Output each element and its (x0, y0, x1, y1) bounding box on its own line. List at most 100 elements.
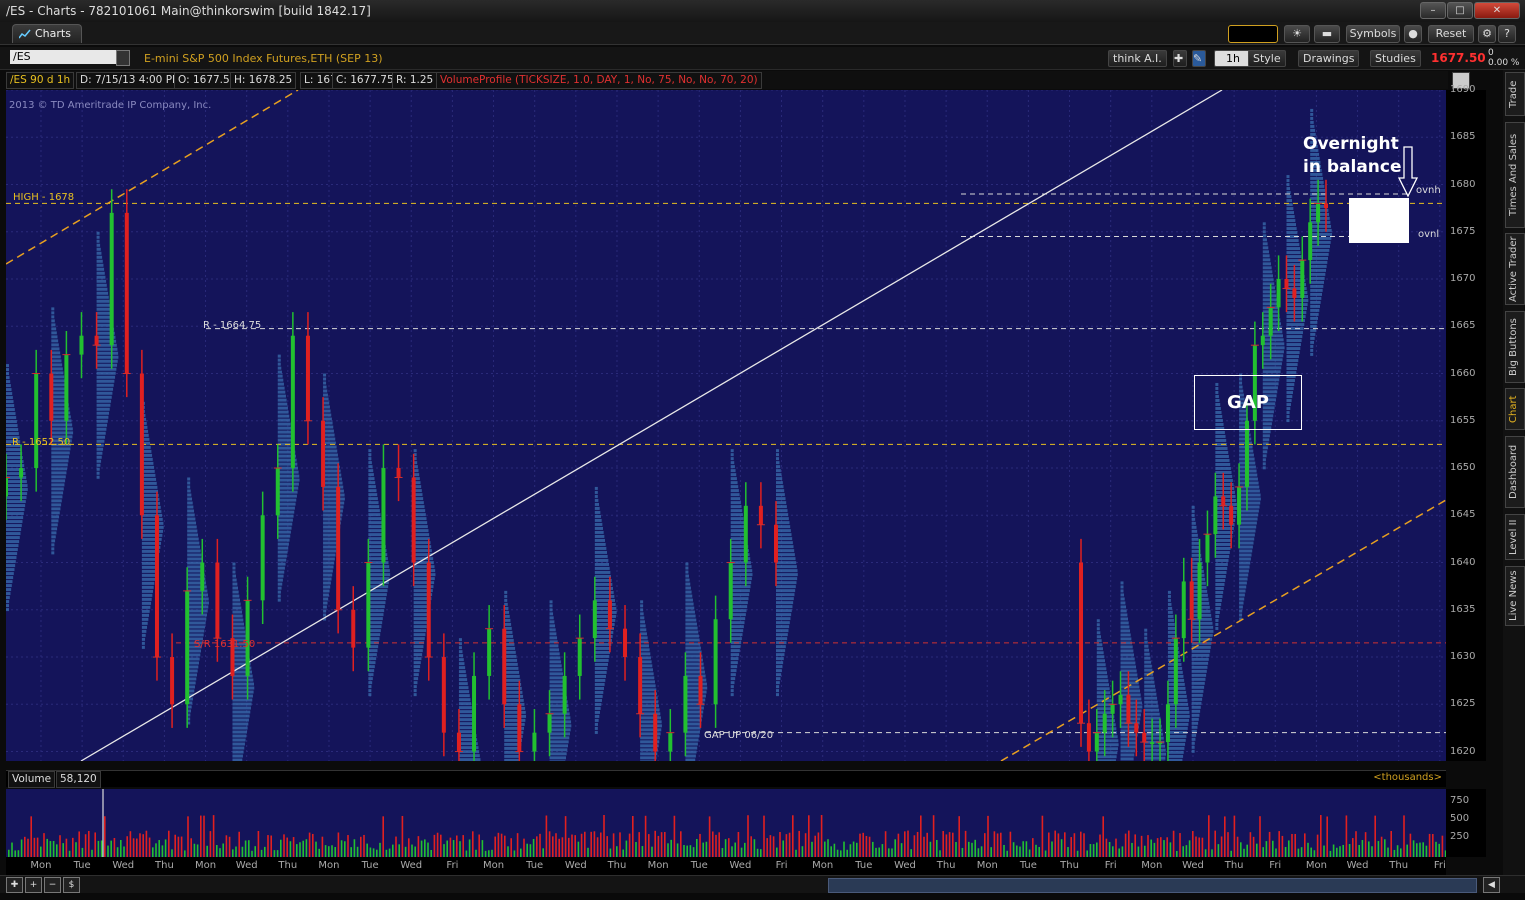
volume-profile-bar (594, 558, 609, 562)
lock-icon[interactable]: ● (1404, 25, 1422, 43)
sidebar-item-dashboard[interactable]: Dashboard (1505, 436, 1525, 508)
volume-profile-bar (277, 394, 286, 398)
volume-bar (510, 838, 512, 857)
link-icon[interactable]: ▬ (1314, 25, 1340, 43)
volume-profile-bar (1144, 648, 1150, 652)
sidebar-item-active-trader[interactable]: Active Trader (1505, 233, 1525, 305)
pan-icon[interactable]: ✚ (6, 877, 23, 893)
minimize-button[interactable]: – (1420, 2, 1446, 19)
volume-profile-bar (504, 598, 508, 602)
volume-profile-bar (730, 521, 745, 525)
candle-body (1102, 713, 1107, 733)
volume-profile-bar (1215, 578, 1226, 582)
price-axis[interactable]: 1690 1685 1680 1675 1670 1665 1660 1655 1650 1645… (1446, 84, 1486, 761)
chevron-down-icon[interactable] (116, 50, 130, 66)
symbol-input[interactable]: /ES (10, 50, 117, 64)
volume-profile-bar (1144, 708, 1160, 712)
expand-icon[interactable]: ◀ (1483, 877, 1500, 893)
sidebar-item-live-news[interactable]: Live News (1505, 566, 1525, 626)
volume-bar (184, 850, 186, 857)
volume-profile-bar (1215, 598, 1222, 602)
zoom-out-icon[interactable]: − (44, 877, 61, 893)
volume-profile-bar (1239, 545, 1253, 549)
level-label-ovnh: ovnh (1416, 185, 1441, 196)
volume-profile-bar (232, 594, 240, 598)
volume-bar (1041, 815, 1044, 857)
volume-profile-bar (1096, 635, 1101, 639)
sidebar-item-trade[interactable]: Trade (1505, 72, 1525, 116)
volume-bar (638, 832, 640, 857)
volume-bar (536, 836, 538, 857)
pencil-icon[interactable]: ✎ (1192, 50, 1206, 67)
maximize-button[interactable]: □ (1447, 2, 1473, 19)
volume-profile-study[interactable]: VolumeProfile (TICKSIZE, 1.0, DAY, 1, No… (436, 72, 762, 89)
gear-icon[interactable]: ⚙ (1478, 25, 1496, 43)
volume-profile-bar (96, 471, 100, 475)
volume-profile-bar (323, 581, 331, 585)
volume-bar (497, 832, 500, 857)
time-axis[interactable]: Mon Tue Wed Thu Mon Wed Thu Mon Tue Wed Fri Mon Tue W… (6, 857, 1446, 875)
close-button[interactable]: ✕ (1474, 2, 1520, 19)
volume-bar (43, 833, 45, 857)
volume-profile-bar (1310, 260, 1328, 264)
tab-charts[interactable]: Charts (12, 24, 82, 43)
horizontal-scrollbar[interactable] (828, 878, 1477, 893)
volume-profile-bar (1310, 348, 1314, 352)
volume-profile-bar (368, 469, 374, 473)
volume-bar (142, 834, 144, 857)
price-chart[interactable]: 2013 © TD Ameritrade IP Company, Inc. HI… (6, 90, 1446, 761)
volume-profile-bar (1239, 549, 1253, 553)
reset-button[interactable]: Reset (1428, 25, 1474, 43)
volume-profile-bar (1191, 633, 1213, 637)
volume-profile-bar (776, 661, 784, 665)
volume-profile-bar (1262, 346, 1285, 350)
sidebar-item-times-and-sales[interactable]: Times And Sales (1505, 122, 1525, 228)
volume-bar (353, 839, 356, 857)
volume-bar (1259, 816, 1261, 857)
volume-profile-bar (6, 508, 25, 512)
volume-profile-bar (1120, 709, 1142, 713)
volume-profile-bar (187, 613, 207, 617)
drawings-button[interactable]: Drawings (1298, 50, 1360, 67)
volume-bar (1320, 815, 1322, 857)
crosshair-icon[interactable]: ✚ (1173, 50, 1187, 67)
volume-profile-bar (6, 412, 16, 416)
symbols-button[interactable]: Symbols (1346, 25, 1400, 43)
volume-bar (654, 830, 656, 857)
sidebar-item-big-buttons[interactable]: Big Buttons (1505, 311, 1525, 383)
volume-bar (712, 831, 714, 857)
volume-profile-bar (549, 672, 564, 676)
volume-profile-bar (323, 573, 333, 577)
dollar-icon[interactable]: $ (63, 877, 80, 893)
volume-profile-bar (368, 681, 373, 685)
day-label: Thu (278, 860, 298, 871)
volume-bar (1102, 816, 1104, 857)
sidebar-item-chart[interactable]: Chart (1505, 388, 1525, 430)
sidebar-item-level-ii[interactable]: Level II (1505, 514, 1525, 560)
volume-bar (1265, 841, 1268, 857)
volume-bar (132, 838, 135, 857)
volume-chart[interactable] (6, 789, 1446, 857)
volume-profile-bar (594, 502, 600, 506)
volume-profile-bar (368, 685, 372, 689)
volume-bar (696, 838, 698, 857)
aggregation-label[interactable]: /ES 90 d 1h (6, 72, 75, 89)
volume-bar (97, 840, 100, 857)
volume-profile-bar (323, 597, 329, 601)
volume-profile-bar (776, 609, 792, 613)
chat-icon[interactable]: ☀ (1284, 25, 1310, 43)
volume-profile-bar (1191, 749, 1195, 753)
volume-bar (948, 832, 951, 857)
volume-profile-bar (730, 589, 750, 593)
help-icon[interactable]: ? (1498, 25, 1516, 43)
volume-profile-bar (458, 690, 470, 694)
style-button[interactable]: Style (1248, 50, 1286, 67)
volume-bar (302, 840, 304, 857)
timeframe-button[interactable]: 1h (1214, 50, 1252, 67)
volume-bar (990, 847, 992, 857)
think-ai-button[interactable]: think A.I. (1108, 50, 1167, 67)
studies-button[interactable]: Studies (1370, 50, 1421, 67)
link-color-box[interactable] (1228, 25, 1278, 43)
volume-profile-bar (413, 449, 417, 453)
zoom-in-icon[interactable]: + (25, 877, 42, 893)
